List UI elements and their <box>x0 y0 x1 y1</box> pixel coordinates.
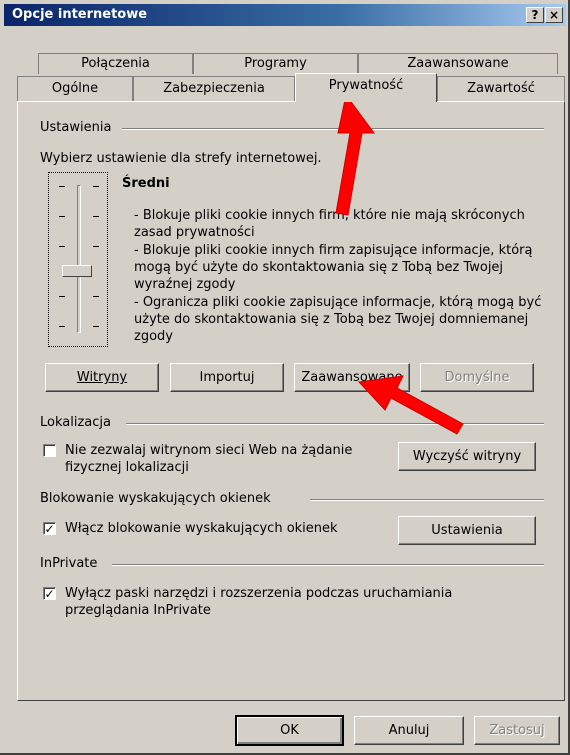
zone-prompt: Wybierz ustawienie dla strefy internetow… <box>40 151 322 166</box>
tab-advanced[interactable]: Zaawansowane <box>358 53 558 74</box>
tab-general[interactable]: Ogólne <box>17 76 133 101</box>
dialog-window: Opcje internetowe ? × Połączenia Program… <box>0 0 570 755</box>
apply-button[interactable]: Zastosuj <box>474 716 560 745</box>
tab-security[interactable]: Zabezpieczenia <box>133 76 295 101</box>
location-checkbox-label: Nie zezwalaj witrynom sieci Web na żądan… <box>65 443 353 475</box>
popup-blocker-checkbox[interactable]: ✓ <box>43 522 56 535</box>
inprivate-checkbox-label: Wyłącz paski narzędzi i rozszerzenia pod… <box>65 586 453 618</box>
title-bar[interactable]: Opcje internetowe ? × <box>4 4 566 26</box>
inprivate-checkbox[interactable]: ✓ <box>43 587 56 600</box>
help-button[interactable]: ? <box>526 7 544 23</box>
clear-sites-button[interactable]: Wyczyść witryny <box>398 442 536 471</box>
inprivate-group-label: InPrivate <box>40 556 98 571</box>
location-group-label: Lokalizacja <box>40 415 111 430</box>
ok-button[interactable]: OK <box>235 715 344 746</box>
popup-divider <box>310 499 544 501</box>
location-checkbox[interactable] <box>43 444 56 457</box>
annotation-arrow-left-icon <box>357 375 464 435</box>
popup-settings-button[interactable]: Ustawienia <box>398 516 536 545</box>
privacy-desc-2: - Blokuje pliki cookie innych firm zapis… <box>134 243 533 292</box>
privacy-desc-3: - Ogranicza pliki cookie zapisujące info… <box>134 295 542 344</box>
window-title: Opcje internetowe <box>12 7 148 22</box>
popup-blocker-label: Włącz blokowanie wyskakujących okienek <box>65 521 338 536</box>
tab-content[interactable]: Zawartość <box>437 76 565 101</box>
sites-button[interactable]: Witryny <box>45 363 159 392</box>
privacy-level-slider[interactable] <box>48 172 108 347</box>
import-button[interactable]: Importuj <box>170 363 284 392</box>
annotation-arrow-up-icon <box>335 95 375 216</box>
slider-track <box>77 185 81 333</box>
settings-group-label: Ustawienia <box>40 120 112 135</box>
inprivate-divider <box>112 564 544 566</box>
cancel-button[interactable]: Anuluj <box>354 716 464 745</box>
tab-privacy[interactable]: Prywatność <box>295 73 437 102</box>
popup-group-label: Blokowanie wyskakujących okienek <box>40 491 271 506</box>
privacy-level-name: Średni <box>122 176 170 191</box>
tab-connections[interactable]: Połączenia <box>38 53 193 74</box>
tab-programs[interactable]: Programy <box>193 53 358 74</box>
location-divider <box>126 423 544 425</box>
close-button[interactable]: × <box>545 7 563 23</box>
slider-thumb[interactable] <box>62 265 92 277</box>
